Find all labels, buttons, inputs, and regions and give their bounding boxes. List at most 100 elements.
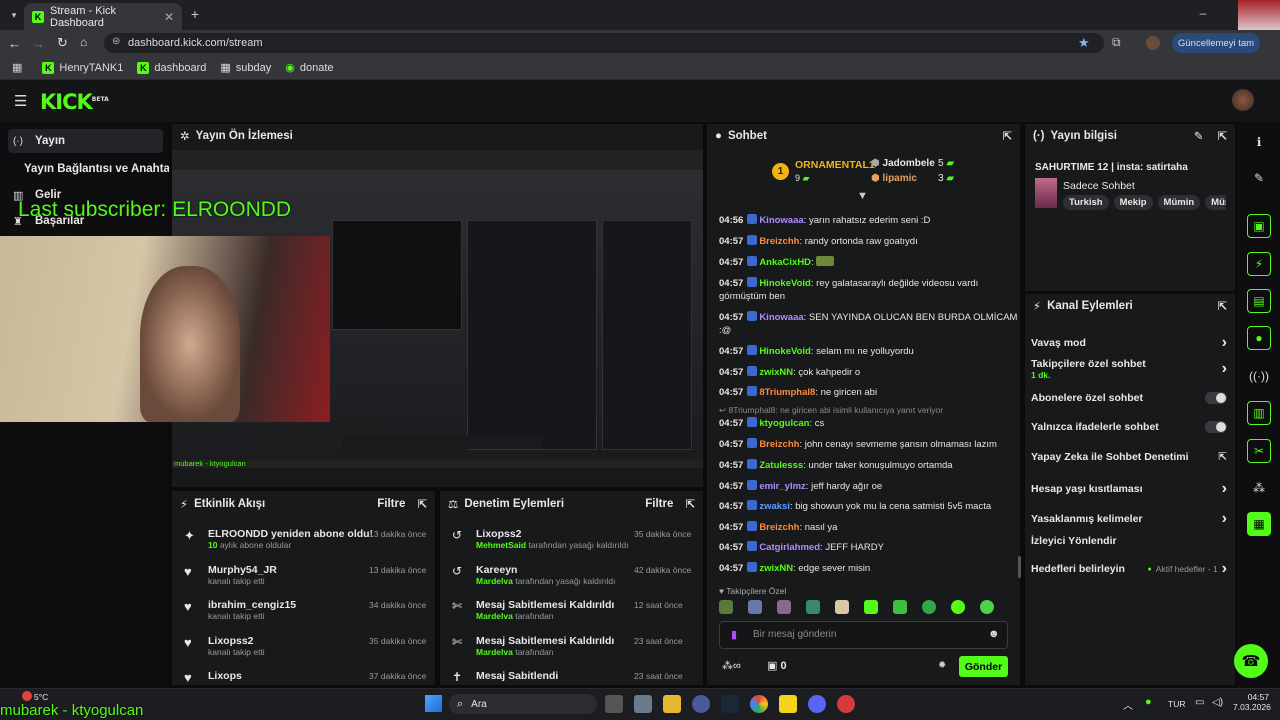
chat-message[interactable]: 04:57 Zatulesss: under taker konuşulmuyo … [719, 459, 1019, 472]
chat-username[interactable]: 8Triumphal8 [759, 387, 815, 398]
emote[interactable] [806, 600, 820, 614]
points-tool-icon[interactable]: ⁂ [1247, 476, 1271, 500]
tab-list-icon[interactable]: ▾ [6, 8, 22, 22]
popout-icon[interactable]: ⇱ [1002, 129, 1012, 143]
collapse-icon[interactable]: ▼ [857, 190, 868, 202]
channel-action-item[interactable]: Hedefleri belirleyin ● Aktif hedefler - 1 › [1031, 560, 1227, 578]
apps-grid-icon[interactable]: ▦ [12, 61, 22, 74]
gift-counter[interactable]: ▣ 0 [767, 659, 787, 672]
new-tab-icon[interactable]: + [188, 6, 202, 22]
chat-message[interactable]: 04:57 Breizchh: john cenayı sevmeme şansı… [719, 438, 1019, 451]
reload-icon[interactable]: ↻ [57, 35, 68, 51]
popout-icon[interactable]: ⇱ [1217, 299, 1227, 313]
bookmark-subday[interactable]: ▦ subday [220, 61, 271, 75]
chat-username[interactable]: AnkaCixHD [759, 257, 811, 268]
site-info-icon[interactable]: ⊜ [112, 36, 120, 47]
steam-icon[interactable] [721, 695, 739, 713]
emote[interactable] [922, 600, 936, 614]
user-avatar[interactable] [1232, 89, 1254, 111]
chat-username[interactable]: emir_ylmz [759, 481, 805, 492]
channel-action-item[interactable]: Takipçilere özel sohbet 1 dk. › [1031, 358, 1227, 380]
minimize-icon[interactable]: – [1196, 6, 1210, 20]
popout-icon[interactable]: ⇱ [685, 497, 695, 511]
sidebar-item-yayin[interactable] [8, 129, 163, 153]
broadcast-tool-icon[interactable]: ((·)) [1247, 364, 1271, 388]
tag[interactable]: Turkish [1063, 195, 1109, 210]
chat-username[interactable]: zwixNN [759, 563, 793, 574]
profile-avatar[interactable] [1146, 36, 1160, 50]
sticky-notes-icon[interactable] [779, 695, 797, 713]
chat-input[interactable]: ▮ Bir mesaj gönderin ☻ [719, 621, 1008, 649]
channel-action-item[interactable]: Yapay Zeka ile Sohbet Denetimi ⇱ [1031, 451, 1227, 463]
chat-message[interactable]: 04:57 Catgirlahmed: JEFF HARDY [719, 541, 1019, 554]
chrome-icon[interactable] [750, 695, 768, 713]
support-button[interactable]: ☎ [1234, 644, 1268, 678]
chat-username[interactable]: Breizchh [759, 236, 799, 247]
close-icon[interactable]: ✕ [164, 10, 174, 24]
chat-message[interactable]: 04:57 emir_ylmz: jeff hardy ağır oe [719, 480, 1019, 493]
volume-icon[interactable]: ◁) [1212, 697, 1223, 708]
kick-logo[interactable]: KICKBETA [40, 90, 109, 114]
crop-icon[interactable]: ▣ [1247, 214, 1271, 238]
update-button[interactable]: Güncellemeyi tam [1172, 33, 1261, 53]
home-icon[interactable]: ⌂ [80, 35, 87, 49]
chat-message[interactable]: 04:57 zwaksi: big showun yok mu la cena s… [719, 500, 1019, 513]
language-indicator[interactable]: TUR [1168, 699, 1185, 709]
chat-message[interactable]: 04:57 zwixNN: edge sever misin [719, 562, 1019, 575]
forward-icon[interactable]: → [32, 36, 45, 51]
emote[interactable] [864, 600, 878, 614]
chat-username[interactable]: Breizchh [759, 439, 799, 450]
chat-username[interactable]: HinokeVoid [759, 346, 811, 357]
points-icon[interactable]: ⁂∞ [722, 659, 741, 672]
chat-username[interactable]: Catgirlahmed [759, 542, 820, 553]
moderation-filter-button[interactable]: Filtre [645, 498, 673, 510]
tag[interactable]: Mekip [1113, 195, 1153, 210]
chat-message[interactable]: 04:57 HinokeVoid: selam mı ne yolluyordu [719, 345, 1019, 358]
edit-icon[interactable]: ✎ [1194, 129, 1204, 143]
tag[interactable]: Mümin [1157, 195, 1201, 210]
browser-tab[interactable]: K Stream - Kick Dashboard ✕ [24, 3, 182, 30]
emote[interactable] [719, 600, 733, 614]
emote[interactable] [980, 600, 994, 614]
obs-icon[interactable] [692, 695, 710, 713]
chat-username[interactable]: Zatulesss [759, 460, 803, 471]
weather-temp[interactable]: 5°C [34, 692, 48, 702]
chat-settings-icon[interactable]: ✹ [938, 660, 946, 671]
chat-message[interactable]: 04:57 AnkaCixHD: [719, 256, 1019, 269]
emote[interactable] [777, 600, 791, 614]
emote[interactable] [748, 600, 762, 614]
toggle-switch[interactable] [1205, 421, 1227, 433]
channel-action-item[interactable]: Yasaklanmış kelimeler › [1031, 510, 1227, 528]
chat-scrollbar[interactable] [1018, 556, 1021, 578]
wrench-icon[interactable]: ✂ [1247, 439, 1271, 463]
emote[interactable] [835, 600, 849, 614]
taskbar-search[interactable]: ⌕ Ara [449, 694, 597, 714]
chat-message[interactable]: 04:57 Breizchh: nasıl ya [719, 521, 1019, 534]
chat-username[interactable]: zwaksi [759, 501, 790, 512]
extensions-icon[interactable]: ⧉ [1112, 35, 1121, 50]
chat-username[interactable]: HinokeVoid [759, 278, 811, 289]
chat-message[interactable]: 04:57 HinokeVoid: rey galatasaraylı değil… [719, 277, 1019, 303]
channel-action-item[interactable]: İzleyici Yönlendir [1031, 535, 1227, 547]
channel-action-item[interactable]: Vavaş mod › [1031, 334, 1227, 352]
pen-icon[interactable]: ✎ [1247, 166, 1271, 190]
chat-username[interactable]: zwixNN [759, 367, 793, 378]
tag[interactable]: Müs [1205, 195, 1226, 210]
chat-message[interactable]: 04:57 Breizchh: randy ortonda raw goatıyd… [719, 235, 1019, 248]
activity-filter-button[interactable]: Filtre [377, 498, 405, 510]
start-icon[interactable] [425, 695, 442, 712]
emote[interactable] [951, 600, 965, 614]
chat-message[interactable]: 04:57 Kinowaaa: SEN YAYINDA OLUCAN BEN BU… [719, 311, 1019, 337]
url-field[interactable]: ⊜ dashboard.kick.com/stream [104, 33, 1104, 53]
note-icon[interactable]: ▤ [1247, 289, 1271, 313]
discord-icon[interactable] [808, 695, 826, 713]
sidebar-item-stream-key[interactable]: Yayın Bağlantısı ve Anahtarı [24, 163, 169, 175]
app-icon[interactable] [837, 695, 855, 713]
emoji-icon[interactable]: ☻ [988, 628, 1000, 640]
popout-icon[interactable]: ⇱ [417, 497, 427, 511]
emote[interactable] [893, 600, 907, 614]
bookmark-donate[interactable]: ◉ donate [285, 61, 333, 75]
network-icon[interactable]: ▭ [1195, 697, 1204, 708]
chat-username[interactable]: Kinowaaa [759, 215, 803, 226]
microphone-tray-icon[interactable]: ● [1145, 696, 1152, 708]
